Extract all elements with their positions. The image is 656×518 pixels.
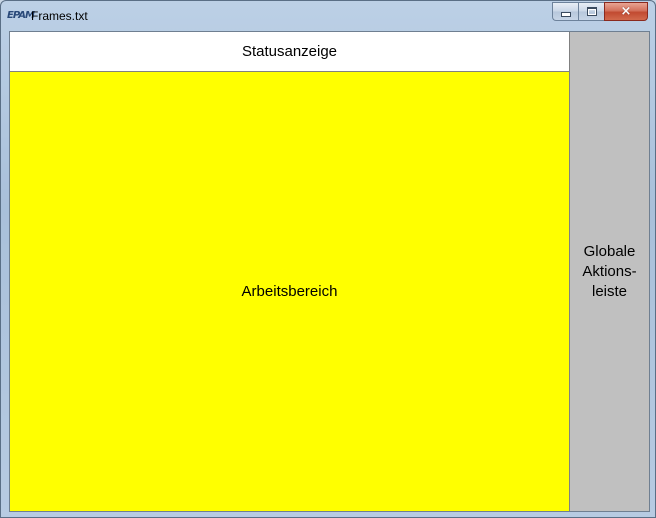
global-action-bar-frame[interactable]: Globale Aktions- leiste	[570, 32, 649, 511]
window-title: Frames.txt	[31, 9, 88, 23]
global-action-bar-label: Globale Aktions- leiste	[582, 242, 637, 300]
status-frame-label: Statusanzeige	[241, 43, 338, 60]
client-area: Statusanzeige Arbeitsbereich Globale Akt…	[9, 31, 650, 512]
close-button[interactable]: ×	[604, 2, 648, 21]
work-area-frame[interactable]: Arbeitsbereich	[10, 72, 569, 511]
minimize-button[interactable]	[552, 2, 578, 21]
application-window: EPAM Frames.txt × Statusanzeige Arbeitsb…	[0, 0, 656, 518]
status-frame: Statusanzeige	[10, 32, 569, 72]
window-controls: ×	[552, 2, 648, 21]
work-area-label: Arbeitsbereich	[241, 283, 338, 300]
app-logo-icon[interactable]: EPAM	[7, 8, 35, 24]
maximize-button[interactable]	[578, 2, 604, 21]
maximize-icon	[586, 7, 597, 16]
minimize-icon	[560, 12, 571, 17]
title-bar[interactable]: EPAM Frames.txt ×	[1, 1, 655, 31]
close-icon: ×	[620, 4, 632, 19]
